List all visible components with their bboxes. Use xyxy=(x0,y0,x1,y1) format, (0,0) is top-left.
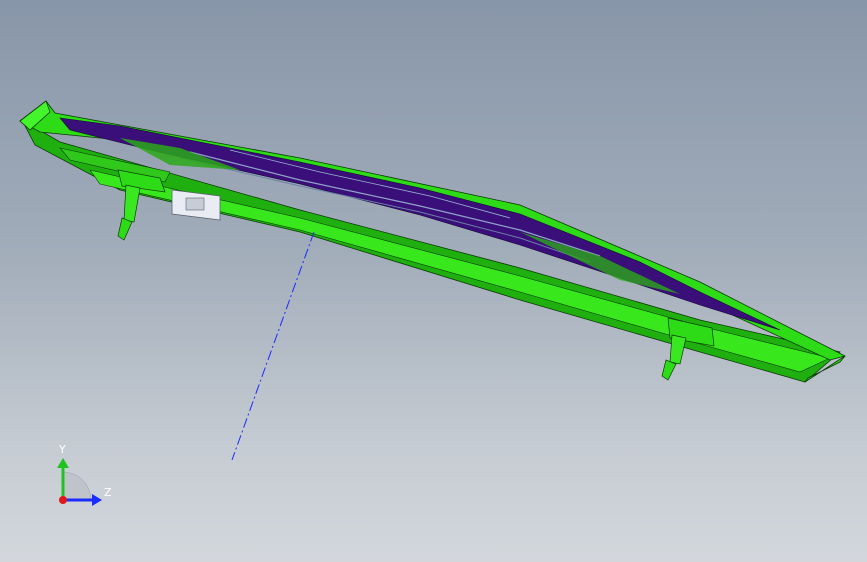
part-model[interactable] xyxy=(19,100,847,383)
orientation-triad[interactable] xyxy=(57,458,102,506)
left-mount-post[interactable] xyxy=(117,169,166,241)
triad-y-label: Y xyxy=(59,443,66,456)
connector-slot xyxy=(185,197,205,211)
model-scene[interactable] xyxy=(0,0,867,562)
triad-z-label: Z xyxy=(104,486,112,499)
cad-viewport[interactable]: Y Z xyxy=(0,0,867,562)
triad-quarter-disc xyxy=(62,471,92,501)
axis-construction-line xyxy=(231,231,315,461)
right-post-tip xyxy=(661,359,677,381)
right-post-shaft xyxy=(669,334,687,365)
triad-x-origin xyxy=(59,496,67,504)
triad-z-arrow xyxy=(92,494,102,506)
left-post-tip xyxy=(117,217,133,241)
triad-y-arrow xyxy=(57,458,69,468)
left-post-shaft xyxy=(123,184,141,223)
